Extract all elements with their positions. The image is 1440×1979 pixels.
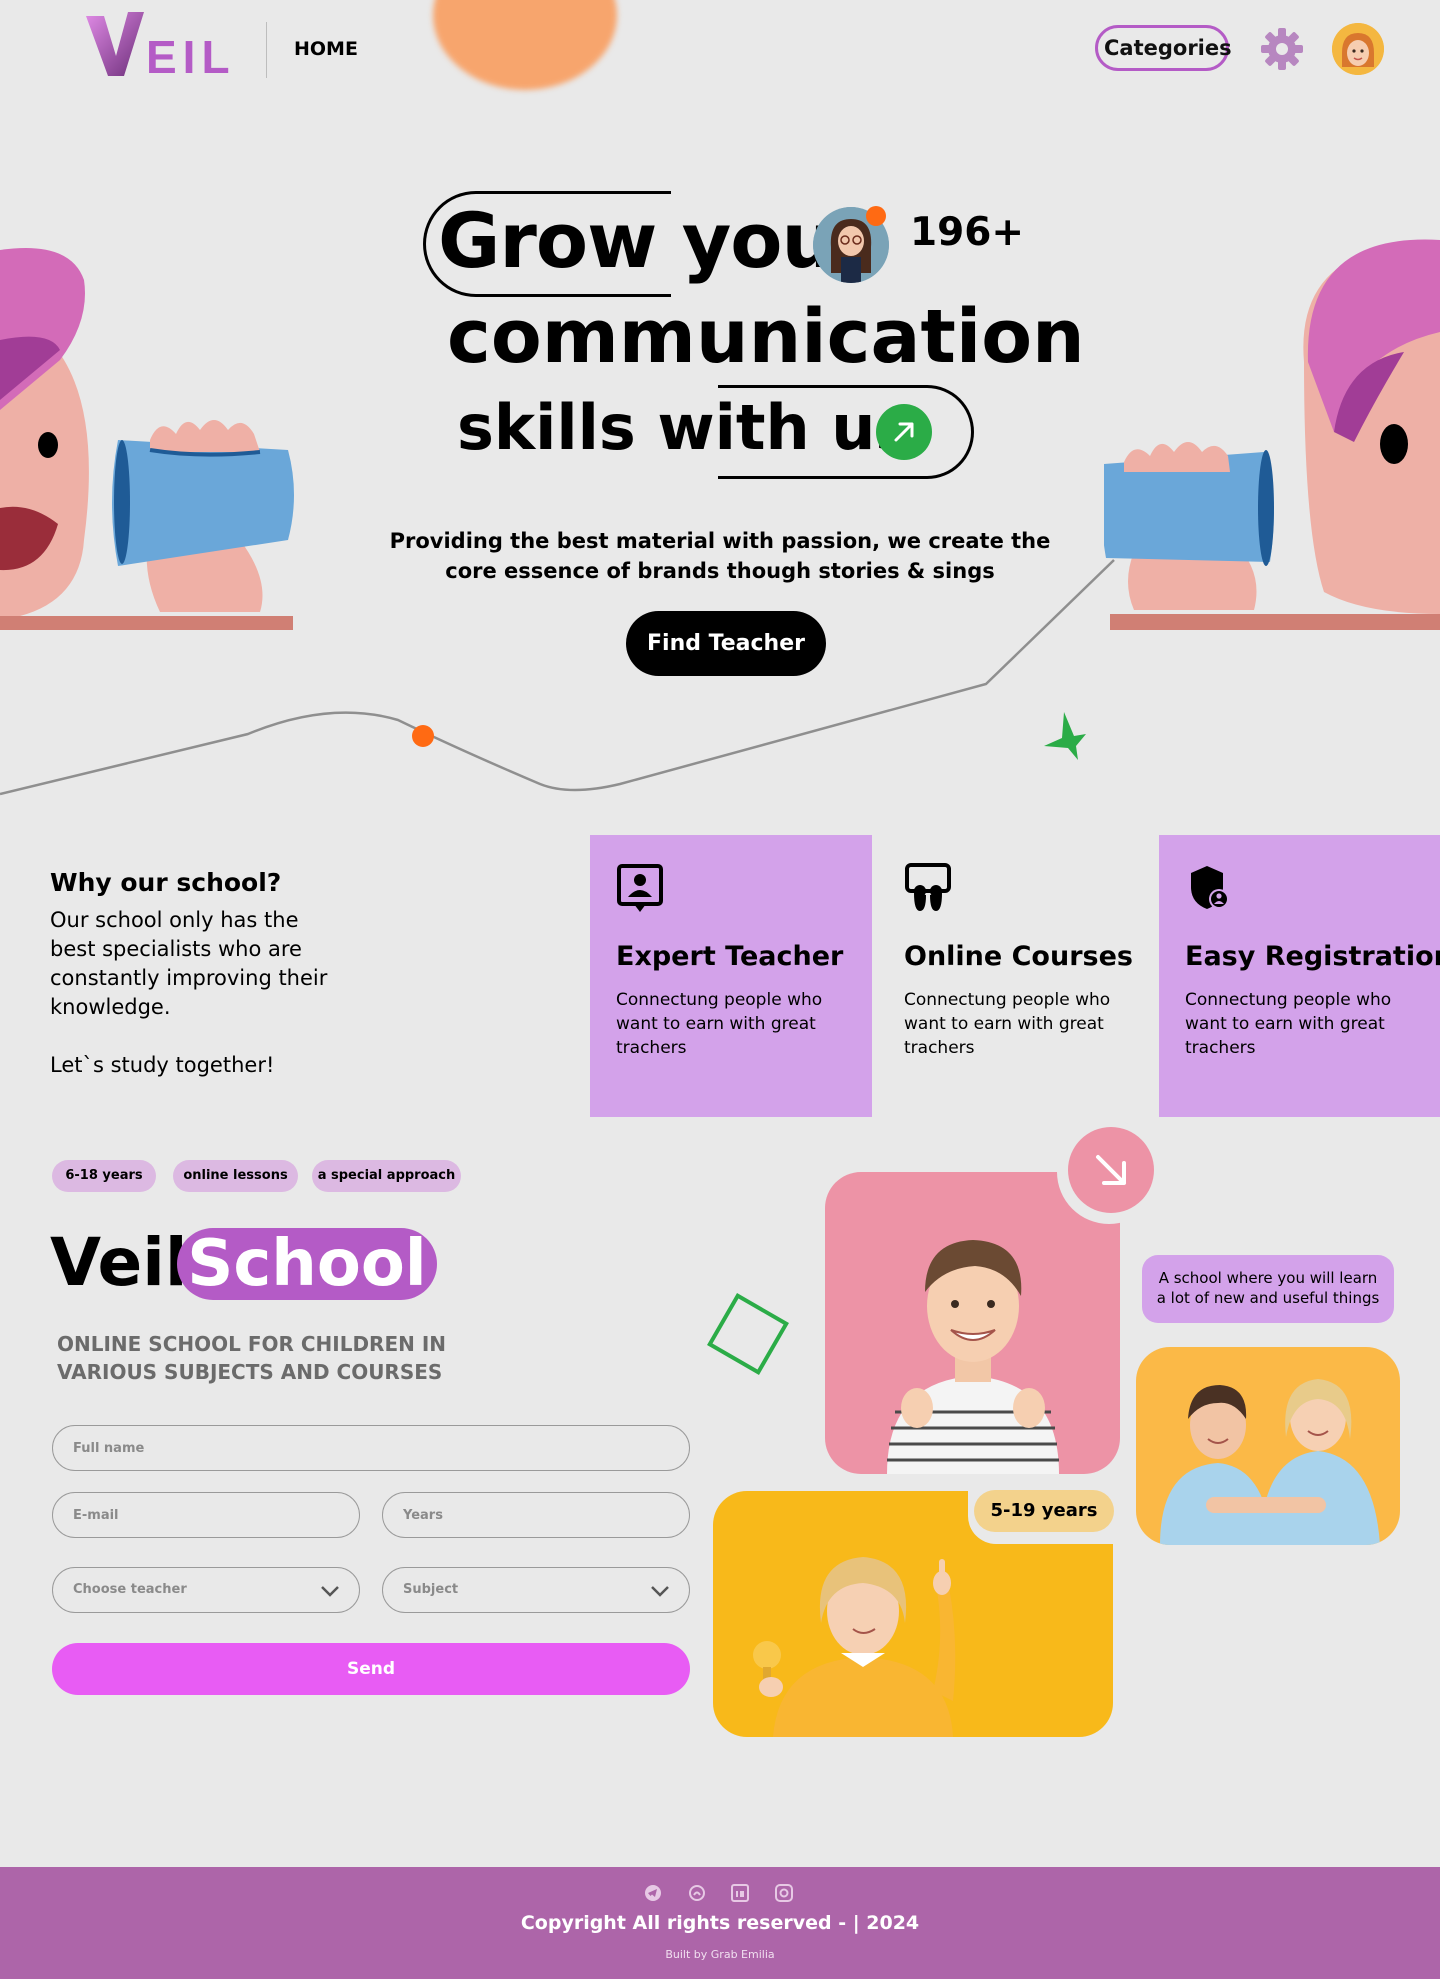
card-title: Online Courses <box>904 941 1133 972</box>
categories-button[interactable]: Categories <box>1095 25 1232 71</box>
photo-two-kids <box>1136 1347 1400 1545</box>
fullname-input[interactable] <box>52 1425 690 1471</box>
student-count: 196+ <box>910 210 1025 255</box>
footer-copyright: Copyright All rights reserved - | 2024 <box>520 1912 920 1934</box>
school-title-word2: School <box>177 1228 437 1300</box>
logo-v-mark <box>86 12 144 76</box>
send-button[interactable]: Send <box>52 1643 690 1695</box>
two-kids-illustration <box>1160 1379 1380 1545</box>
subject-select[interactable]: Subject <box>382 1567 690 1613</box>
select-value: Choose teacher <box>73 1582 187 1597</box>
why-text: Our school only has the best specialists… <box>50 908 328 1019</box>
telegram-icon[interactable] <box>644 1884 662 1902</box>
green-diamond-shape <box>707 1293 789 1375</box>
nav-divider <box>266 22 267 78</box>
tag-special-approach: a special approach <box>312 1160 461 1192</box>
hero-arrow-button[interactable] <box>876 404 932 460</box>
hero-title-line3: skills with us <box>457 391 913 464</box>
nav-home-link[interactable]: HOME <box>294 38 358 60</box>
online-status-dot <box>866 206 886 226</box>
hero-subtitle: Providing the best material with passion… <box>389 529 1051 583</box>
chevron-down-icon <box>651 1586 669 1597</box>
instagram-icon[interactable] <box>775 1884 793 1902</box>
green-star-shape <box>1044 712 1086 760</box>
tag-online-lessons: online lessons <box>173 1160 298 1192</box>
card-text: Connectung people who want to earn with … <box>616 990 823 1058</box>
logo[interactable]: EIL <box>84 12 230 83</box>
github-icon[interactable] <box>688 1884 706 1902</box>
user-avatar[interactable] <box>1332 23 1384 75</box>
photo-arrow-button[interactable] <box>1068 1127 1154 1213</box>
hero-title-line1: Grow your <box>438 196 872 285</box>
card-easy-registration[interactable]: Easy Registration Connectung people who … <box>1159 835 1440 1117</box>
why-cta-text: Let`s study together! <box>50 1053 275 1077</box>
boy-illustration <box>887 1240 1059 1474</box>
school-speech-bubble: A school where you will learn a lot of n… <box>1142 1255 1394 1323</box>
gear-icon[interactable] <box>1260 27 1304 71</box>
why-title: Why our school? <box>50 868 282 897</box>
arrow-up-right-icon <box>894 422 914 442</box>
age-badge: 5-19 years <box>974 1490 1114 1532</box>
hero-title-line2: communication <box>447 294 1085 380</box>
footer-built-by: Built by Grab Emilia <box>665 1948 775 1961</box>
choose-teacher-select[interactable]: Choose teacher <box>52 1567 360 1613</box>
card-online-courses[interactable]: Online Courses Connectung people who wan… <box>878 835 1160 1117</box>
select-value: Subject <box>403 1582 459 1597</box>
card-text: Connectung people who want to earn with … <box>1185 990 1392 1058</box>
orange-dot-marker <box>412 725 434 747</box>
logo-text: EIL <box>146 31 236 83</box>
email-input[interactable] <box>52 1492 360 1538</box>
chevron-down-icon <box>321 1586 339 1597</box>
school-title-word1: Veil <box>50 1224 188 1301</box>
slideshare-icon <box>905 863 951 911</box>
photo-boy-pink <box>825 1172 1120 1474</box>
school-subtitle: ONLINE SCHOOL FOR CHILDREN IN VARIOUS SU… <box>57 1332 446 1384</box>
tag-age-range: 6-18 years <box>52 1160 156 1192</box>
card-title: Easy Registration <box>1185 941 1440 972</box>
find-teacher-button[interactable]: Find Teacher <box>626 611 826 676</box>
card-text: Connectung people who want to earn with … <box>904 990 1111 1058</box>
shield-user-icon <box>1191 866 1229 909</box>
teacher-board-icon <box>617 864 663 912</box>
card-expert-teacher[interactable]: Expert Teacher Connectung people who wan… <box>590 835 872 1117</box>
linkedin-icon[interactable] <box>731 1884 749 1902</box>
arrow-down-right-icon <box>1096 1155 1126 1185</box>
card-title: Expert Teacher <box>616 941 844 972</box>
avatar-face-icon <box>1332 23 1384 75</box>
decorative-blob <box>433 0 617 90</box>
years-input[interactable] <box>382 1492 690 1538</box>
